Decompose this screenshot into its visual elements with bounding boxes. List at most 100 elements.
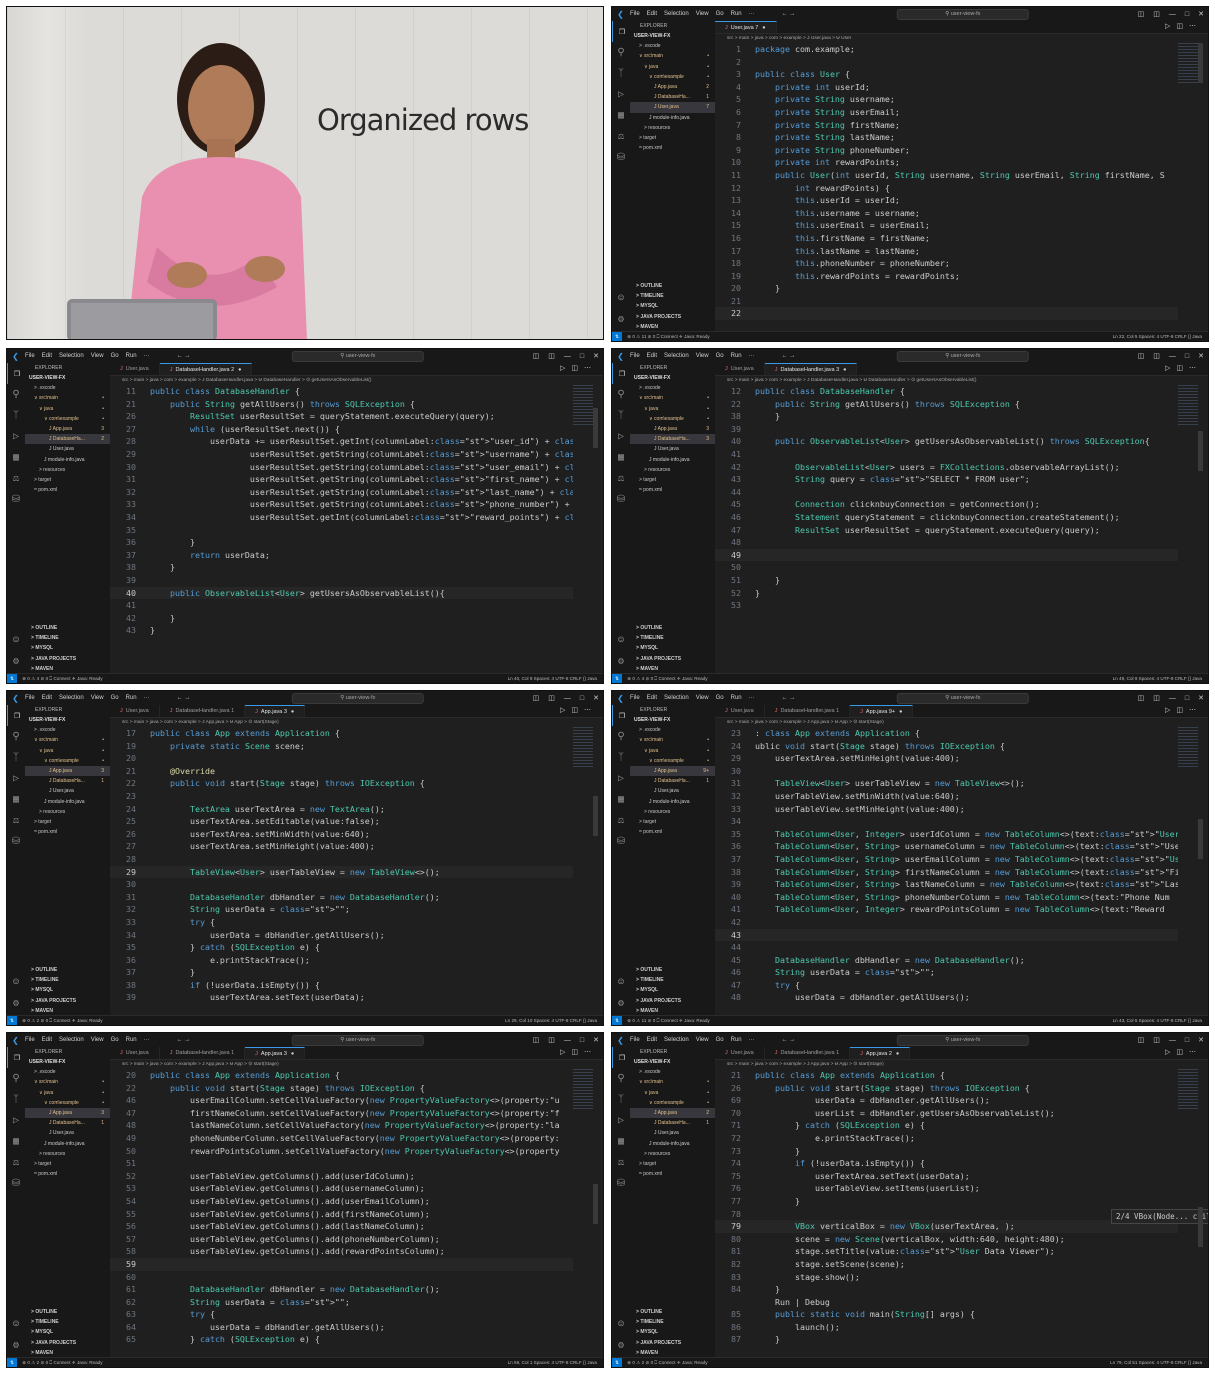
explorer-tree-item[interactable]: ∨ java •	[25, 746, 110, 756]
files-icon[interactable]: ❐	[612, 21, 631, 42]
code-line[interactable]: 83 stage.show();	[715, 1271, 1178, 1284]
command-search-input[interactable]: ⚲ user-view-fx	[291, 351, 424, 362]
explorer-tree-item[interactable]: > target	[25, 817, 110, 827]
code-line[interactable]: 57 userTableView.getColumns().add(phoneN…	[110, 1233, 573, 1246]
menu-item[interactable]: View	[696, 11, 709, 17]
breadcrumb[interactable]: src > main > java > com > example > J Da…	[715, 376, 1208, 385]
sidebar-section-header[interactable]: > OUTLINE	[25, 1307, 110, 1317]
explorer-tree-item[interactable]: J App.java 3	[25, 424, 110, 434]
files-icon[interactable]: ❐	[7, 705, 26, 726]
minimap[interactable]	[573, 727, 593, 767]
menu-item[interactable]: Edit	[647, 353, 657, 359]
sidebar-section-header[interactable]: > OUTLINE	[630, 1307, 715, 1317]
code-line[interactable]: 80 scene = new Scene(verticalBox, width:…	[715, 1233, 1178, 1246]
sidebar-section-header[interactable]: > JAVA PROJECTS	[630, 996, 715, 1006]
explorer-tree-item[interactable]: ∨ com\example •	[630, 414, 715, 424]
code-line[interactable]: 24 TextArea userTextArea = new TextArea(…	[110, 803, 573, 816]
remote-indicator-icon[interactable]: ⇅	[612, 1016, 622, 1025]
explorer-tree-item[interactable]: J DatabaseHa... 1	[25, 776, 110, 786]
close-icon[interactable]: ✕	[593, 1036, 599, 1044]
menu-item[interactable]: Go	[716, 695, 724, 701]
nav-arrows-icon[interactable]: ← →	[782, 1037, 796, 1043]
explorer-tree-item[interactable]: J App.java 3	[25, 1107, 110, 1119]
split-editor-icon[interactable]: ◫	[571, 707, 584, 714]
explorer-tree-item[interactable]: > .vscode	[630, 1067, 715, 1077]
explorer-tree-item[interactable]: ∨ com\example •	[25, 756, 110, 766]
layout-icon[interactable]: ◫	[533, 1036, 540, 1044]
sidebar-section-header[interactable]: > JAVA PROJECTS	[25, 1338, 110, 1348]
status-left[interactable]: ⊗ 0 ⚠ 4 ⊘ 0 ⎕ Connect ✈ Java: Ready	[627, 676, 707, 681]
explorer-tree-item[interactable]: > resources	[630, 807, 715, 817]
code-line[interactable]: 34	[715, 815, 1178, 828]
code-line[interactable]: 48 lastNameColumn.setCellValueFactory(ne…	[110, 1119, 573, 1132]
code-line[interactable]: 37 }	[110, 966, 573, 979]
code-line[interactable]: 42	[715, 916, 1178, 929]
menu-item[interactable]: Edit	[647, 695, 657, 701]
explorer-tree-item[interactable]: ᵐ pom.xml	[25, 1169, 110, 1179]
code-line[interactable]: 17 public class App extends Application {	[110, 727, 573, 740]
code-line[interactable]: 51 }	[715, 574, 1178, 587]
code-line[interactable]: 40 public ObservableList<User> getUsersA…	[110, 586, 573, 600]
editor-tab[interactable]: J DatabaseHandler.java 1	[160, 705, 246, 717]
code-editor[interactable]: 20 public class App extends Application {…	[110, 1069, 573, 1358]
explorer-tree-item[interactable]: J User.java	[630, 444, 715, 454]
run-icon[interactable]: ▷	[1165, 23, 1176, 30]
menu-item[interactable]: Run	[126, 1037, 137, 1043]
menu-item[interactable]: Edit	[42, 353, 52, 359]
menu-item[interactable]: ···	[749, 353, 755, 359]
code-line[interactable]: 82 stage.setScene(scene);	[715, 1258, 1178, 1271]
menu-item[interactable]: Edit	[647, 11, 657, 17]
search-icon[interactable]: ⚲	[7, 1068, 25, 1089]
editor-tab[interactable]: J User.java 7 ●	[715, 21, 777, 33]
code-line[interactable]: 3 public class User {	[715, 68, 1178, 81]
sidebar-section-header[interactable]: > MYSQL	[25, 643, 110, 653]
code-line[interactable]: 5 private String username;	[715, 93, 1178, 106]
run-icon[interactable]: ▷	[560, 707, 571, 714]
status-left[interactable]: ⊗ 0 ⚠ 4 ⊘ 0 ⎕ Connect ✈ Java: Ready	[22, 676, 102, 681]
sidebar-section-header[interactable]: > OUTLINE	[25, 623, 110, 633]
layout-icon[interactable]: ◫	[533, 694, 540, 702]
editor-tab[interactable]: J User.java	[715, 363, 765, 375]
database-icon[interactable]: ⛁	[612, 147, 630, 168]
code-line[interactable]: 26 userTextArea.setMinWidth(value:640);	[110, 828, 573, 841]
explorer-tree-item[interactable]: > resources	[630, 123, 715, 133]
run-icon[interactable]: ▷	[560, 1049, 571, 1056]
command-search-input[interactable]: ⚲ user-view-fx	[896, 9, 1029, 20]
code-line[interactable]: 33 try {	[110, 916, 573, 929]
code-line[interactable]: 72 e.printStackTrace();	[715, 1132, 1178, 1145]
code-line[interactable]: 59	[110, 1257, 573, 1271]
explorer-tree-item[interactable]: ᵐ pom.xml	[25, 827, 110, 837]
explorer-tree-item[interactable]: J User.java 7	[630, 102, 715, 113]
settings-gear-icon[interactable]: ⚙	[612, 993, 630, 1014]
maximize-icon[interactable]: □	[1185, 353, 1189, 360]
code-line[interactable]: 41	[110, 599, 573, 612]
nav-arrows-icon[interactable]: ← →	[782, 11, 796, 17]
vertical-scrollbar[interactable]	[593, 727, 599, 1016]
maximize-icon[interactable]: □	[580, 1037, 584, 1044]
more-actions-icon[interactable]: ⋯	[1189, 365, 1202, 372]
explorer-tree-item[interactable]: J User.java	[25, 444, 110, 454]
breadcrumb[interactable]: src > main > java > com > example > J Ap…	[110, 1060, 603, 1069]
code-line[interactable]: 13 this.userId = userId;	[715, 194, 1178, 207]
panel-icon[interactable]: ◫	[1153, 10, 1160, 18]
code-line[interactable]: 27 userTextArea.setMinHeight(value:400);	[110, 840, 573, 853]
explorer-tree-item[interactable]: USER-VIEW-FX	[25, 715, 110, 725]
settings-gear-icon[interactable]: ⚙	[7, 993, 25, 1014]
split-editor-icon[interactable]: ◫	[571, 1049, 584, 1056]
code-editor[interactable]: 1 package com.example; 2 3 public class User…	[715, 43, 1178, 332]
code-line[interactable]: 71 } catch (SQLException e) {	[715, 1119, 1178, 1132]
panel-icon[interactable]: ◫	[1153, 1036, 1160, 1044]
code-line[interactable]: 22 public void start(Stage stage) throws…	[110, 1082, 573, 1095]
code-line[interactable]: 76 userTableView.setItems(userList);	[715, 1182, 1178, 1195]
code-line[interactable]: 23	[110, 790, 573, 803]
menu-item[interactable]: Go	[111, 353, 119, 359]
testing-icon[interactable]: ⚖	[612, 1152, 630, 1173]
database-icon[interactable]: ⛁	[612, 489, 630, 510]
panel-icon[interactable]: ◫	[1153, 694, 1160, 702]
sidebar-section-header[interactable]: > TIMELINE	[630, 291, 715, 301]
close-icon[interactable]: ✕	[1198, 1036, 1204, 1044]
code-line[interactable]: 69 userData = dbHandler.getAllUsers();	[715, 1094, 1178, 1107]
code-line[interactable]: 48	[715, 536, 1178, 549]
sidebar-section-header[interactable]: > MYSQL	[630, 1327, 715, 1337]
search-icon[interactable]: ⚲	[612, 42, 630, 63]
